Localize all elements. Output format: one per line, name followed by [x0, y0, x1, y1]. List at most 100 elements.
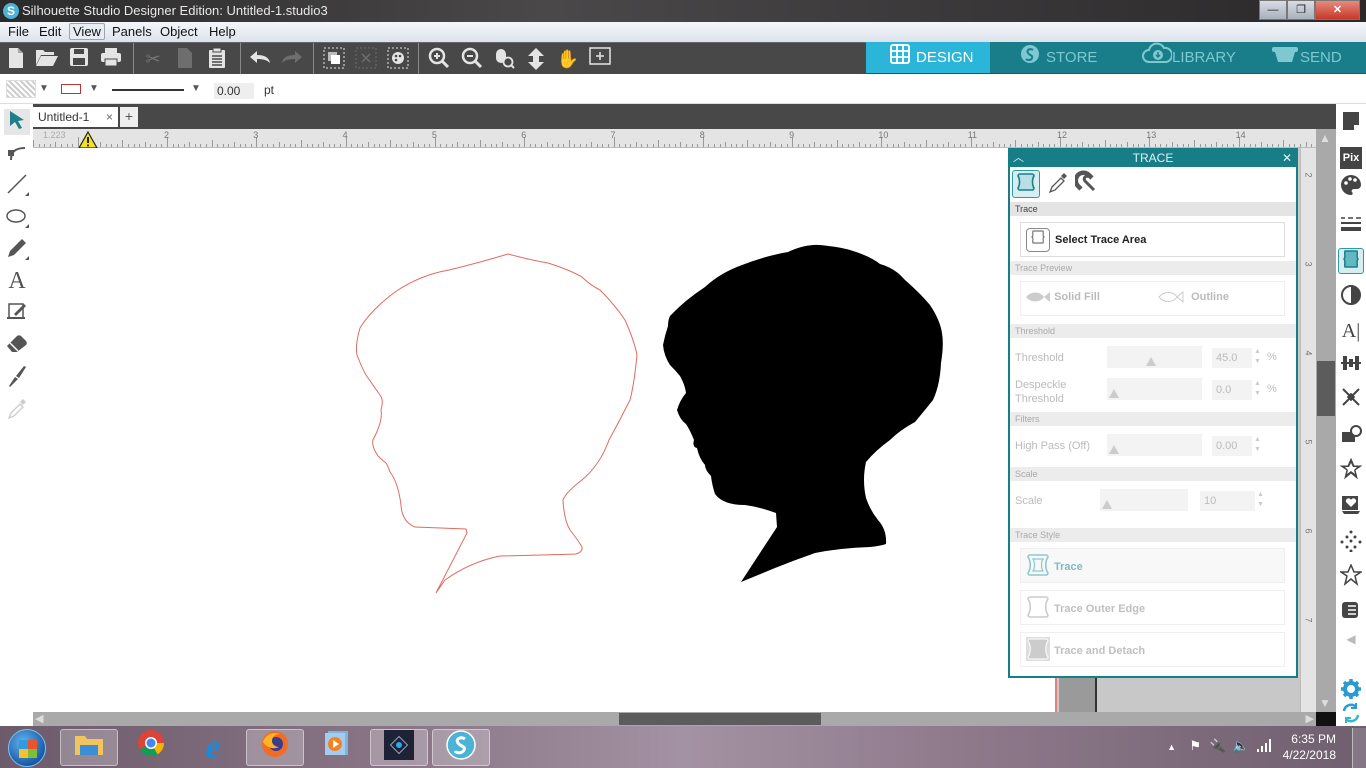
show-hidden-icons-icon[interactable]: ▲	[1167, 742, 1176, 752]
threshold-value[interactable]: 45.0	[1212, 348, 1252, 368]
line-tool-icon[interactable]	[4, 172, 30, 198]
undo-icon[interactable]	[247, 47, 273, 71]
pencil-tool-icon[interactable]	[4, 236, 30, 262]
threshold-slider-knob[interactable]	[1146, 357, 1157, 366]
print-icon[interactable]	[98, 47, 124, 71]
text-style-icon[interactable]: A|	[1338, 318, 1364, 344]
pixscan-icon[interactable]: Pix	[1338, 142, 1364, 169]
settings-icon[interactable]	[1338, 678, 1364, 704]
threshold-slider[interactable]	[1107, 346, 1202, 368]
tab-send[interactable]: SEND	[1262, 42, 1366, 73]
scale-slider[interactable]	[1100, 489, 1188, 511]
select-tool-icon[interactable]	[4, 109, 30, 135]
zoom-selection-icon[interactable]	[491, 47, 517, 71]
fit-to-page-icon[interactable]	[523, 47, 549, 71]
menu-help[interactable]: Help	[206, 24, 239, 39]
horizontal-scroll-thumb[interactable]	[619, 713, 821, 725]
sketch-effects-icon[interactable]	[1338, 530, 1364, 556]
sketch-tool-icon[interactable]	[4, 300, 30, 326]
cut-icon[interactable]: ✂	[140, 47, 166, 71]
file-explorer-icon[interactable]	[60, 729, 118, 766]
eraser-tool-icon[interactable]	[4, 332, 30, 358]
tab-library[interactable]: LIBRARY	[1134, 42, 1254, 73]
close-tab-icon[interactable]: ×	[106, 107, 113, 127]
minimize-button[interactable]: —	[1259, 0, 1287, 20]
line-width-input[interactable]: 0.00	[214, 83, 254, 99]
scale-slider-knob[interactable]	[1102, 500, 1112, 509]
collapse-right-panel-icon[interactable]: ◀	[1338, 626, 1364, 652]
tab-store[interactable]: STORE	[1012, 42, 1132, 73]
high-pass-value[interactable]: 0.00	[1212, 436, 1252, 456]
scroll-right-icon[interactable]: ▶	[1306, 712, 1314, 725]
transform-icon[interactable]	[1338, 386, 1364, 412]
menu-object[interactable]: Object	[157, 24, 201, 39]
line-color-swatch[interactable]	[61, 84, 81, 94]
network-signal-icon[interactable]	[1256, 738, 1274, 755]
menu-file[interactable]: File	[5, 24, 32, 39]
scale-spinner[interactable]: ▲ ▼	[1257, 490, 1264, 510]
eyedropper-tool-icon[interactable]	[4, 396, 30, 422]
close-panel-icon[interactable]: ✕	[1282, 150, 1292, 167]
library-panel-icon[interactable]	[1338, 598, 1364, 624]
vertical-scroll-thumb[interactable]	[1317, 361, 1335, 416]
menu-view[interactable]: View	[69, 23, 105, 40]
fit-to-window-icon[interactable]	[587, 47, 613, 71]
despeckle-slider-knob[interactable]	[1109, 389, 1119, 398]
photoshop-elements-icon[interactable]	[370, 729, 428, 766]
despeckle-slider[interactable]	[1107, 378, 1202, 400]
zoom-in-icon[interactable]	[426, 47, 452, 71]
high-pass-spinner[interactable]: ▲ ▼	[1254, 435, 1261, 455]
sync-icon[interactable]	[1338, 702, 1364, 728]
horizontal-scrollbar[interactable]: ◀ ▶	[33, 712, 1316, 726]
save-icon[interactable]	[66, 47, 92, 71]
start-button[interactable]	[8, 729, 46, 767]
contrast-icon[interactable]	[1338, 284, 1364, 310]
fill-dropdown-icon[interactable]: ▼	[39, 83, 49, 94]
scroll-up-icon[interactable]: ▲	[1319, 131, 1331, 145]
vertical-scrollbar[interactable]: ▲ ▼	[1316, 129, 1336, 712]
action-center-flag-icon[interactable]: ⚑	[1189, 738, 1201, 754]
redo-icon[interactable]	[279, 47, 305, 71]
show-desktop-button[interactable]	[1352, 728, 1366, 768]
clock[interactable]: 6:35 PM 4/22/2018	[1283, 731, 1336, 763]
firefox-icon[interactable]	[246, 729, 304, 766]
fill-color-icon[interactable]	[1338, 174, 1364, 200]
despeckle-value[interactable]: 0.0	[1212, 380, 1252, 400]
page-setup-icon[interactable]	[1338, 110, 1364, 136]
eyedropper-mode-tab[interactable]	[1044, 170, 1072, 198]
trace-button[interactable]: Trace	[1020, 548, 1285, 583]
despeckle-spinner[interactable]: ▲ ▼	[1254, 379, 1261, 399]
magnet-mode-tab[interactable]	[1073, 170, 1102, 198]
trace-mode-tab[interactable]	[1012, 170, 1040, 198]
line-style-dropdown-icon[interactable]: ▼	[191, 83, 201, 94]
ellipse-tool-icon[interactable]	[4, 204, 30, 230]
close-button[interactable]: ✕	[1315, 0, 1360, 20]
align-icon[interactable]	[1338, 352, 1364, 378]
favorites-star-icon[interactable]	[1338, 563, 1364, 590]
outline-preview-button[interactable]: Outline	[1158, 290, 1229, 304]
compound-path-icon[interactable]	[385, 47, 411, 71]
document-tab[interactable]: Untitled-1 ×	[33, 107, 118, 127]
power-plug-icon[interactable]: 🔌	[1210, 738, 1226, 754]
filled-silhouette-shape[interactable]	[663, 244, 943, 582]
tab-design[interactable]: DESIGN	[866, 42, 990, 73]
ungroup-icon[interactable]	[353, 47, 379, 71]
select-trace-area-button[interactable]: Select Trace Area	[1020, 222, 1285, 257]
offset-icon[interactable]	[1338, 457, 1364, 484]
line-style-preview[interactable]	[112, 89, 184, 91]
silhouette-studio-icon[interactable]	[432, 729, 490, 766]
restore-button[interactable]: ❐	[1287, 0, 1315, 20]
line-style-icon[interactable]	[1338, 214, 1364, 240]
chrome-icon[interactable]	[122, 729, 180, 766]
menu-edit[interactable]: Edit	[36, 24, 64, 39]
traced-outline-shape[interactable]	[355, 253, 638, 594]
text-tool-icon[interactable]: A	[4, 268, 30, 294]
paste-icon[interactable]	[204, 47, 230, 71]
menu-panels[interactable]: Panels	[109, 24, 155, 39]
replicate-icon[interactable]	[1338, 424, 1364, 450]
scale-value[interactable]: 10	[1200, 491, 1255, 511]
high-pass-slider[interactable]	[1107, 434, 1202, 456]
high-pass-slider-knob[interactable]	[1109, 445, 1119, 454]
zoom-out-icon[interactable]	[459, 47, 485, 71]
pan-hand-icon[interactable]: ✋	[555, 47, 581, 71]
